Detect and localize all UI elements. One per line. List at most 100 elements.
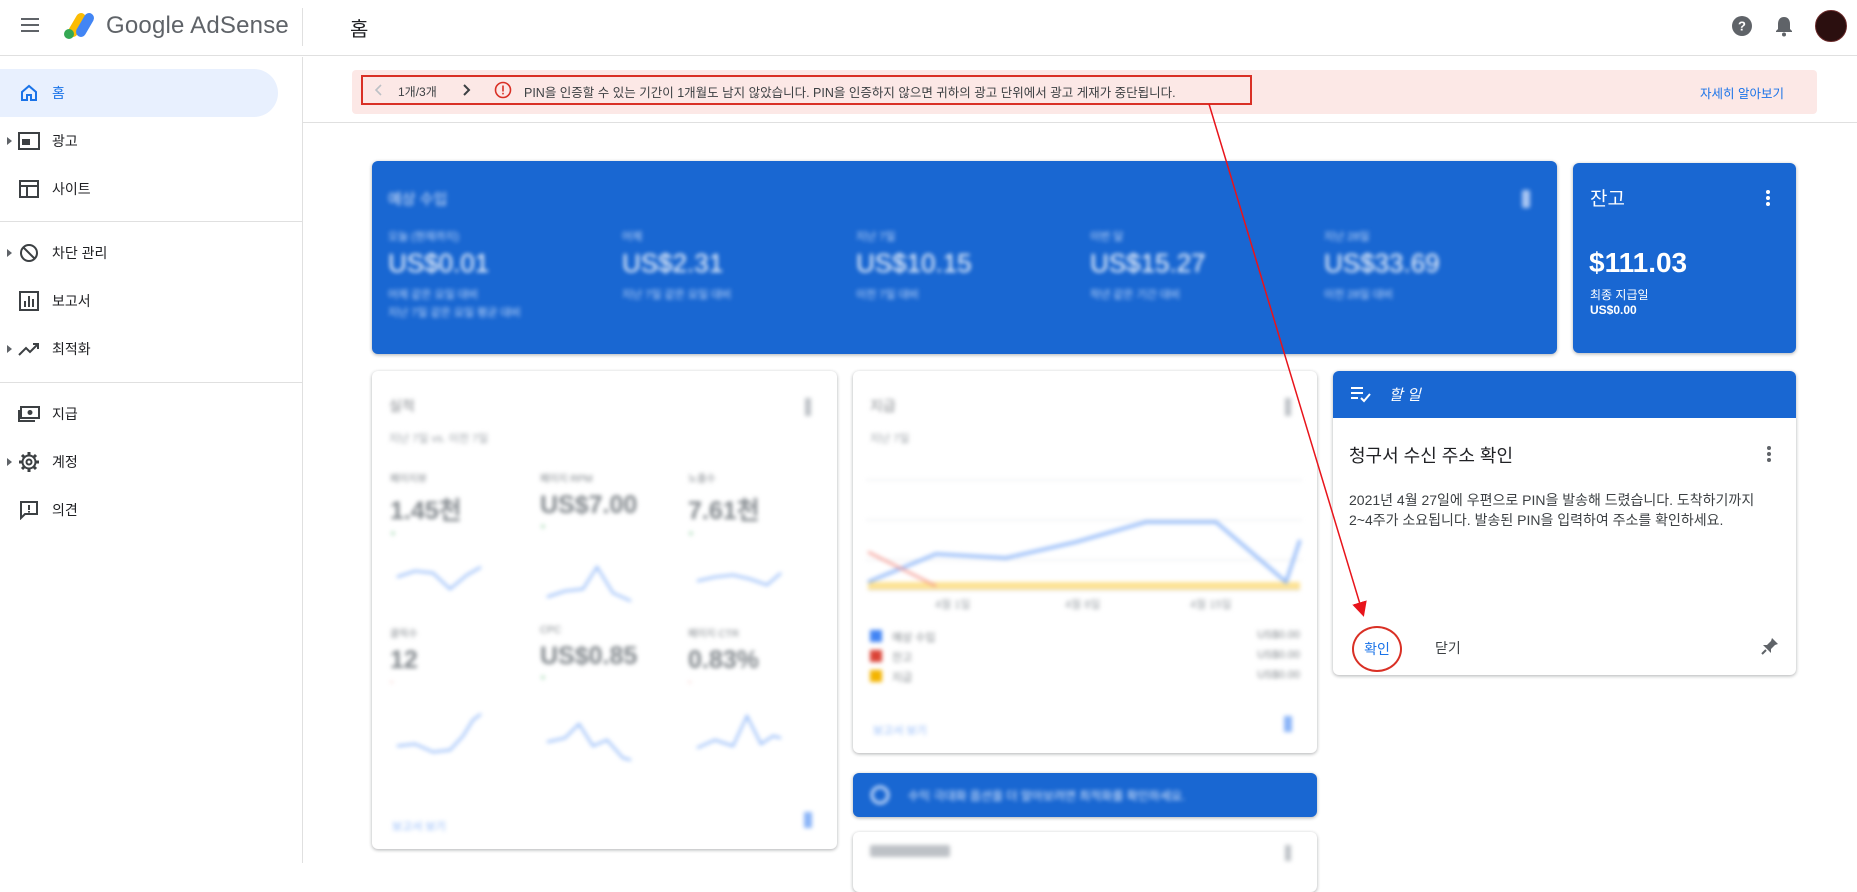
- confirm-button[interactable]: 확인: [1352, 626, 1402, 672]
- sidebar-item-reports[interactable]: 보고서: [0, 277, 278, 325]
- sidebar-item-blocking[interactable]: 차단 관리: [0, 229, 278, 277]
- sidebar-item-ads[interactable]: 광고: [0, 117, 278, 165]
- earnings-yesterday: 어제 US$2.31 지난 7일 같은 요일 대비: [622, 231, 732, 301]
- sidebar-item-label: 광고: [52, 133, 78, 149]
- sidebar-divider: [0, 221, 303, 222]
- last-payment-value: US$0.00: [1590, 303, 1637, 317]
- pin-icon[interactable]: [1760, 636, 1780, 656]
- balance-amount: $111.03: [1589, 247, 1688, 278]
- block-icon: [18, 242, 40, 264]
- sidebar-item-label: 최적화: [52, 341, 91, 357]
- earnings-last-28-days: 지난 28일 US$33.69 이전 28일 대비: [1324, 231, 1440, 301]
- help-icon[interactable]: ?: [1730, 14, 1754, 38]
- brand-name: Google AdSense: [106, 12, 289, 39]
- top-app-bar: Google AdSense 홈 ?: [0, 0, 1857, 56]
- feedback-icon: [18, 499, 40, 521]
- dismiss-button[interactable]: 닫기: [1435, 638, 1461, 658]
- sidebar-item-label: 의견: [52, 502, 78, 518]
- payments-chart: [866, 479, 1302, 591]
- alert-pagination: 1개/3개: [398, 85, 437, 99]
- legend-item: 잔고 US$0.00: [870, 648, 1300, 664]
- sparkline: [696, 572, 782, 587]
- metric-impressions: 노출수 7.61천 +: [688, 474, 760, 540]
- payments-subtitle: 지난 7일: [870, 433, 910, 445]
- sidebar: 홈 광고 사이트 차단 관리 보고서 최적화 지급 계정 의견: [0, 57, 303, 863]
- performance-report-link[interactable]: 보고서 보기: [392, 818, 446, 834]
- svg-text:?: ?: [1738, 19, 1746, 34]
- reports-icon: [18, 290, 40, 312]
- home-icon: [18, 82, 40, 104]
- sidebar-item-home[interactable]: 홈: [0, 69, 278, 117]
- x-axis-label: 4월 1일: [935, 599, 971, 611]
- gear-icon: [18, 451, 40, 473]
- x-axis-label: 4월 8일: [1065, 599, 1101, 611]
- sidebar-item-account[interactable]: 계정: [0, 438, 278, 486]
- earnings-today: 오늘 (현재까지) US$0.01 어제 같은 요일 대비 지난 7일 같은 요…: [388, 231, 521, 319]
- earnings-this-month: 이번 달 US$15.27 작년 같은 기간 대비: [1090, 231, 1206, 301]
- todo-header-label: 할 일: [1389, 387, 1421, 404]
- sidebar-item-label: 차단 관리: [52, 245, 108, 261]
- last-payment-label: 최종 지급일: [1590, 288, 1649, 302]
- ads-icon: [18, 130, 40, 152]
- learn-more-link[interactable]: 자세히 알아보기: [1700, 83, 1784, 102]
- sidebar-item-payments[interactable]: 지급: [0, 390, 278, 438]
- payments-report-link[interactable]: 보고서 보기: [873, 722, 927, 738]
- expand-caret-icon: [7, 249, 12, 257]
- checklist-icon: [1351, 387, 1371, 403]
- legend-item: 지급 US$0.00: [870, 668, 1300, 684]
- sidebar-item-label: 홈: [52, 85, 65, 101]
- metric-page-rpm: 페이지 RPM US$7.00 +: [540, 474, 638, 533]
- more-vert-icon[interactable]: [1285, 398, 1291, 416]
- more-vert-icon[interactable]: [1763, 444, 1775, 464]
- todo-title: 청구서 수신 주소 확인: [1349, 446, 1514, 466]
- sparkline: [396, 566, 482, 591]
- sparkline: [696, 713, 782, 749]
- pin-icon[interactable]: [804, 812, 812, 828]
- metric-page-views: 페이지뷰 1.45천 +: [390, 474, 462, 540]
- sidebar-item-optimization[interactable]: 최적화: [0, 325, 278, 373]
- sidebar-item-feedback[interactable]: 의견: [0, 486, 278, 534]
- metric-cpc: CPC US$0.85 +: [540, 625, 638, 684]
- sparkline: [396, 713, 482, 754]
- brand-divider: [302, 8, 303, 46]
- earnings-title: 예상 수입: [388, 191, 448, 208]
- avatar[interactable]: [1815, 10, 1847, 42]
- sparkline: [546, 565, 632, 602]
- content-divider: [303, 122, 1857, 123]
- more-vert-icon[interactable]: [1522, 190, 1530, 208]
- adsense-logo-icon: [64, 13, 94, 39]
- more-vert-icon[interactable]: [1285, 845, 1291, 861]
- chevron-left-icon[interactable]: [371, 82, 387, 98]
- sidebar-item-label: 사이트: [52, 181, 91, 197]
- sidebar-item-label: 계정: [52, 454, 78, 470]
- more-vert-icon[interactable]: [805, 398, 811, 416]
- payments-title: 지급: [870, 398, 896, 414]
- sites-icon: [18, 178, 40, 200]
- earnings-last-7-days: 지난 7일 US$10.15 이전 7일 대비: [856, 231, 972, 301]
- bottom-card: [853, 832, 1317, 892]
- sidebar-divider: [0, 382, 303, 383]
- bottom-card-title: [870, 845, 950, 857]
- sparkline: [546, 722, 632, 761]
- payments-icon: [18, 403, 40, 425]
- gear-icon: [870, 785, 890, 805]
- sidebar-item-label: 지급: [52, 406, 78, 422]
- chevron-right-icon[interactable]: [458, 82, 474, 98]
- alert-message: PIN을 인증할 수 있는 기간이 1개월도 남지 않았습니다. PIN을 인증…: [524, 86, 1176, 100]
- sidebar-item-label: 보고서: [52, 293, 91, 309]
- expand-caret-icon: [7, 345, 12, 353]
- notifications-icon[interactable]: [1772, 14, 1796, 38]
- menu-icon[interactable]: [18, 14, 42, 38]
- pin-icon[interactable]: [1284, 716, 1292, 732]
- performance-subtitle: 지난 7일 vs. 이전 7일: [389, 433, 489, 445]
- balance-title: 잔고: [1590, 189, 1625, 210]
- more-vert-icon[interactable]: [1762, 188, 1774, 208]
- metric-clicks: 클릭수 12-: [390, 629, 418, 688]
- expand-caret-icon: [7, 458, 12, 466]
- optimize-icon: [18, 338, 40, 360]
- todo-description: 2021년 4월 27일에 우편으로 PIN을 발송해 드렸습니다. 도착하기까…: [1349, 492, 1755, 528]
- legend-item: 예상 수입 US$0.00: [870, 628, 1300, 644]
- performance-title: 실적: [389, 398, 415, 414]
- expand-caret-icon: [7, 137, 12, 145]
- sidebar-item-sites[interactable]: 사이트: [0, 165, 278, 213]
